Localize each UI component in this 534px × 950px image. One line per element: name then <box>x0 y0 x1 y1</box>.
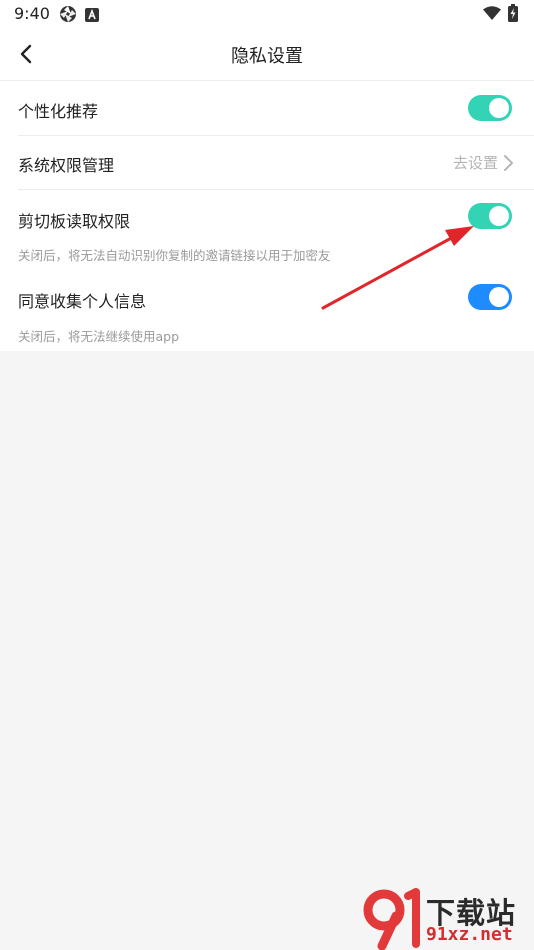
watermark-url: 91xz.net <box>426 924 513 945</box>
toggle-knob <box>489 206 509 226</box>
setting-row-collect-personal-info: 同意收集个人信息 <box>18 279 534 319</box>
go-settings-label: 去设置 <box>452 154 498 172</box>
setting-row-clipboard-permission: 剪切板读取权限 <box>18 190 534 244</box>
header-bar: 隐私设置 <box>0 28 534 80</box>
clipboard-permission-toggle[interactable] <box>468 203 512 229</box>
status-bar: 9:40 <box>0 0 534 28</box>
toggle-knob <box>489 287 509 307</box>
collect-personal-info-description: 关闭后，将无法继续使用app <box>18 329 180 344</box>
chevron-right-icon <box>504 154 513 171</box>
setting-label: 个性化推荐 <box>18 102 99 121</box>
app-notification-icon <box>85 7 99 26</box>
collect-personal-info-toggle[interactable] <box>468 284 512 310</box>
go-settings-link[interactable]: 去设置 <box>453 152 514 173</box>
battery-charging-icon <box>508 4 518 26</box>
clipboard-permission-description: 关闭后，将无法自动识别你复制的邀请链接以用于加密友 <box>18 248 331 263</box>
setting-label: 同意收集个人信息 <box>18 292 147 311</box>
personalized-recommendation-toggle[interactable] <box>468 95 512 121</box>
settings-list: 个性化推荐 系统权限管理 去设置 剪切板读取权限 关闭后，将无法自动识别你复制的… <box>0 80 534 351</box>
setting-label: 剪切板读取权限 <box>18 212 131 231</box>
status-time: 9:40 <box>14 4 50 23</box>
setting-row-personalized-recommendation: 个性化推荐 <box>18 81 534 135</box>
setting-label: 系统权限管理 <box>18 156 115 175</box>
page-title: 隐私设置 <box>231 46 303 67</box>
watermark: 下载站 91xz.net <box>362 888 534 950</box>
wifi-icon <box>483 6 501 25</box>
aperture-icon <box>59 5 77 27</box>
watermark-logo <box>363 888 420 950</box>
toggle-knob <box>489 98 509 118</box>
